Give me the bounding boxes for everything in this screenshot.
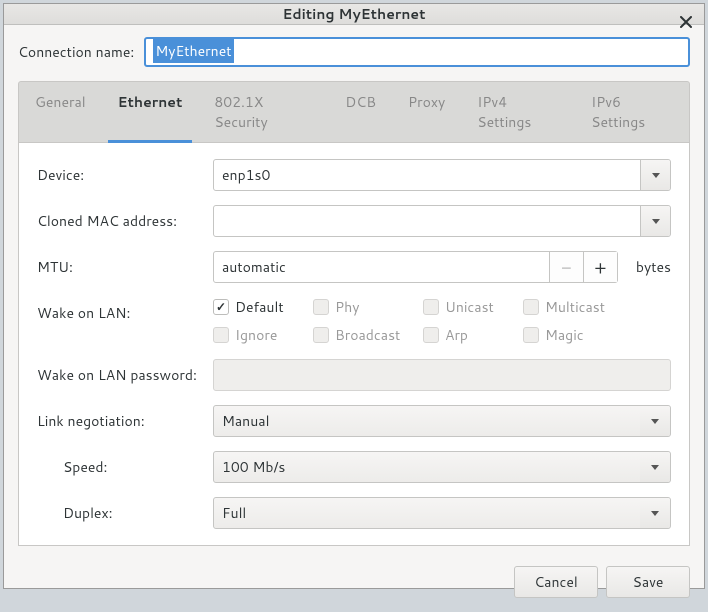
device-combo-button[interactable] [640, 160, 670, 190]
ethernet-panel: Device: enp1s0 Cloned MAC address: MTU: [18, 143, 690, 546]
chevron-down-icon [651, 465, 659, 470]
speed-row: Speed: 100 Mb/s [37, 451, 671, 483]
speed-value: 100 Mb/s [214, 452, 640, 482]
checkbox-icon [523, 327, 539, 343]
window-title: Editing MyEthernet [282, 4, 425, 24]
duplex-value: Full [214, 498, 640, 528]
dialog-window: Editing MyEthernet Connection name: MyEt… [3, 3, 705, 589]
connection-name-input[interactable]: MyEthernet [144, 37, 690, 67]
mtu-row: MTU: automatic − + bytes [37, 251, 671, 283]
chevron-down-icon [651, 419, 659, 424]
wol-label: Wake on LAN: [37, 297, 203, 323]
checkbox-icon [423, 327, 439, 343]
cloned-mac-combo[interactable] [213, 205, 671, 237]
device-combo[interactable]: enp1s0 [213, 159, 671, 191]
duplex-row: Duplex: Full [37, 497, 671, 529]
link-negotiation-value: Manual [214, 406, 640, 436]
cloned-mac-combo-button[interactable] [640, 206, 670, 236]
connection-name-row: Connection name: MyEthernet [18, 37, 690, 67]
cloned-mac-label: Cloned MAC address: [37, 211, 203, 231]
checkbox-icon [313, 327, 329, 343]
wol-phy-checkbox: Phy [313, 297, 423, 317]
chevron-down-icon [651, 511, 659, 516]
tab-general[interactable]: General [19, 82, 102, 142]
device-row: Device: enp1s0 [37, 159, 671, 191]
speed-combo[interactable]: 100 Mb/s [213, 451, 671, 483]
connection-name-label: Connection name: [18, 42, 134, 62]
wol-password-input [213, 359, 671, 391]
checkbox-icon [423, 299, 439, 315]
tab-ipv4[interactable]: IPv4 Settings [461, 82, 575, 142]
tab-container: General Ethernet 802.1X Security DCB Pro… [18, 75, 690, 546]
mtu-increase-button[interactable]: + [583, 252, 617, 282]
wol-ignore-checkbox: Ignore [213, 325, 313, 345]
wol-arp-checkbox: Arp [423, 325, 523, 345]
checkbox-icon [523, 299, 539, 315]
checkbox-icon [313, 299, 329, 315]
link-negotiation-combo[interactable]: Manual [213, 405, 671, 437]
connection-name-value: MyEthernet [153, 39, 233, 63]
wol-unicast-checkbox: Unicast [423, 297, 523, 317]
wol-magic-checkbox: Magic [523, 325, 633, 345]
wol-password-label: Wake on LAN password: [37, 365, 203, 385]
content-area: Connection name: MyEthernet General Ethe… [4, 25, 704, 556]
tab-proxy[interactable]: Proxy [392, 82, 461, 142]
close-icon [680, 16, 692, 28]
mtu-label: MTU: [37, 257, 203, 277]
mtu-value: automatic [214, 252, 549, 282]
tab-8021x[interactable]: 802.1X Security [198, 82, 329, 142]
wol-multicast-checkbox: Multicast [523, 297, 633, 317]
wol-default-checkbox[interactable]: Default [213, 297, 313, 317]
speed-label: Speed: [37, 457, 203, 477]
mtu-decrease-button[interactable]: − [549, 252, 583, 282]
wol-options: Default Phy Unicast Multicast Ignore Bro… [213, 297, 671, 345]
cancel-button[interactable]: Cancel [514, 566, 598, 598]
duplex-button[interactable] [640, 498, 670, 528]
device-label: Device: [37, 165, 203, 185]
tab-ethernet[interactable]: Ethernet [102, 82, 199, 142]
save-button[interactable]: Save [606, 566, 690, 598]
titlebar: Editing MyEthernet [4, 4, 704, 25]
link-negotiation-row: Link negotiation: Manual [37, 405, 671, 437]
chevron-down-icon [652, 173, 660, 178]
tabbar: General Ethernet 802.1X Security DCB Pro… [18, 81, 690, 143]
checkbox-icon [213, 299, 229, 315]
link-negotiation-button[interactable] [640, 406, 670, 436]
speed-button[interactable] [640, 452, 670, 482]
link-negotiation-label: Link negotiation: [37, 411, 203, 431]
cloned-mac-row: Cloned MAC address: [37, 205, 671, 237]
duplex-label: Duplex: [37, 503, 203, 523]
chevron-down-icon [652, 219, 660, 224]
cloned-mac-value [214, 206, 640, 236]
close-button[interactable] [674, 10, 698, 34]
tab-dcb[interactable]: DCB [329, 82, 392, 142]
duplex-combo[interactable]: Full [213, 497, 671, 529]
wol-row: Wake on LAN: Default Phy Unicast Multica… [37, 297, 671, 345]
device-value: enp1s0 [214, 160, 640, 190]
footer: Cancel Save [4, 556, 704, 612]
checkbox-icon [213, 327, 229, 343]
mtu-spin[interactable]: automatic − + [213, 251, 618, 283]
wol-broadcast-checkbox: Broadcast [313, 325, 423, 345]
wol-password-row: Wake on LAN password: [37, 359, 671, 391]
mtu-suffix: bytes [636, 257, 671, 277]
tab-ipv6[interactable]: IPv6 Settings [575, 82, 689, 142]
